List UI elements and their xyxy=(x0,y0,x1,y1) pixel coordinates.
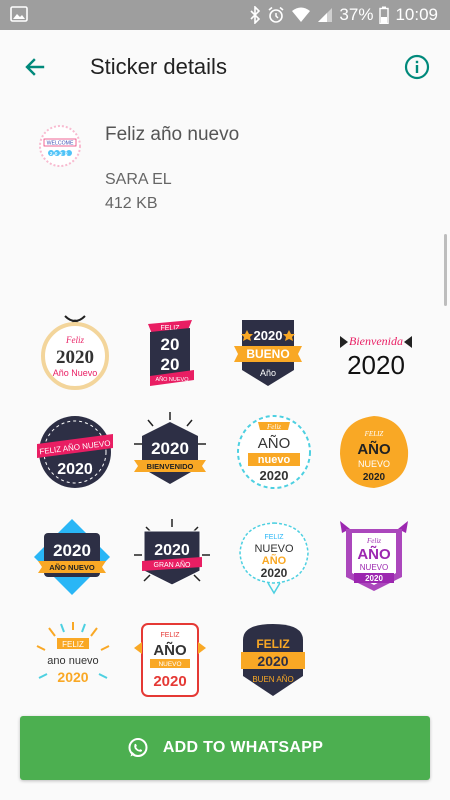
page-title: Sticker details xyxy=(90,54,227,79)
back-arrow-icon xyxy=(25,58,45,76)
pack-tray-icon: WELCOME 2020 xyxy=(38,124,82,168)
svg-text:AÑO: AÑO xyxy=(258,435,291,452)
svg-text:2020: 2020 xyxy=(347,350,405,380)
svg-text:2020: 2020 xyxy=(57,669,88,685)
sticker-feliz-20-20[interactable]: FELIZ 20 20 AÑO NUEVO xyxy=(128,310,212,394)
svg-text:20: 20 xyxy=(161,335,180,354)
svg-text:NUEVO: NUEVO xyxy=(358,459,390,469)
sticker-feliz-ano-nuevo-dark[interactable]: FELIZ AÑO NUEVO 2020 xyxy=(33,410,117,494)
sticker-feliz-ano-nuevo-orange[interactable]: FELIZ AÑO NUEVO 2020 xyxy=(332,410,416,494)
svg-text:nuevo: nuevo xyxy=(258,454,291,466)
sticker-feliz-nuevo-ano-2020[interactable]: FELIZ NUEVO AÑO 2020 xyxy=(232,515,316,599)
svg-text:BIENVENIDO: BIENVENIDO xyxy=(147,462,194,471)
battery-icon xyxy=(379,6,390,24)
pack-name: Feliz año nuevo xyxy=(105,124,240,145)
scrollbar[interactable] xyxy=(444,234,447,306)
wifi-icon xyxy=(291,7,311,23)
whatsapp-icon xyxy=(128,738,148,757)
svg-text:AÑO NUEVO: AÑO NUEVO xyxy=(49,563,95,572)
svg-text:Año Nuevo: Año Nuevo xyxy=(53,368,98,378)
sticker-feliz-2020-ano-nuevo[interactable]: Feliz 2020 Año Nuevo xyxy=(33,310,117,394)
pack-size: 412 KB xyxy=(105,195,158,212)
svg-text:AÑO: AÑO xyxy=(357,440,391,458)
svg-text:Feliz: Feliz xyxy=(266,423,281,431)
svg-text:2020: 2020 xyxy=(254,328,283,343)
svg-text:2020: 2020 xyxy=(154,542,190,559)
svg-text:BUENO: BUENO xyxy=(246,347,289,361)
sticker-bienvenida-2020[interactable]: Bienvenida 2020 xyxy=(334,310,418,394)
svg-text:2020: 2020 xyxy=(260,468,289,483)
svg-text:BUEN AÑO: BUEN AÑO xyxy=(252,675,293,684)
info-button[interactable] xyxy=(400,50,434,84)
svg-text:WELCOME: WELCOME xyxy=(47,141,74,147)
svg-text:2020: 2020 xyxy=(53,541,91,560)
svg-text:AÑO NUEVO: AÑO NUEVO xyxy=(155,376,189,383)
svg-text:20: 20 xyxy=(161,355,180,374)
svg-text:Feliz: Feliz xyxy=(65,335,84,345)
screen: 37% 10:09 Sticker details WELCOME 2020 F… xyxy=(0,0,450,800)
svg-text:FELIZ: FELIZ xyxy=(264,534,284,541)
svg-text:FELIZ: FELIZ xyxy=(62,640,84,649)
toolbar: Sticker details xyxy=(0,30,450,104)
svg-text:NUEVO: NUEVO xyxy=(254,543,294,555)
pack-author: SARA EL xyxy=(105,171,172,188)
sticker-2020-bueno[interactable]: 2020 BUENO Año xyxy=(226,310,310,394)
sticker-feliz-ano-nuevo-purple[interactable]: Feliz AÑO NUEVO 2020 xyxy=(332,515,416,599)
svg-text:FELIZ: FELIZ xyxy=(256,637,289,651)
svg-text:2020: 2020 xyxy=(365,574,383,583)
sticker-feliz-ano-nuevo-burst[interactable]: FELIZ ano nuevo 2020 xyxy=(31,618,115,702)
info-icon xyxy=(404,54,430,80)
add-to-whatsapp-button[interactable]: ADD TO WHATSAPP xyxy=(20,716,430,780)
add-to-whatsapp-label: ADD TO WHATSAPP xyxy=(162,739,324,756)
bluetooth-icon xyxy=(249,6,261,24)
svg-text:2020: 2020 xyxy=(56,347,94,368)
svg-text:Año: Año xyxy=(260,368,276,378)
svg-text:GRAN AÑO: GRAN AÑO xyxy=(154,560,192,569)
svg-text:FELIZ: FELIZ xyxy=(160,632,180,639)
sticker-2020-bienvenido[interactable]: 2020 BIENVENIDO xyxy=(128,410,212,494)
svg-text:AÑO: AÑO xyxy=(357,545,391,563)
battery-level: 37% xyxy=(339,5,374,24)
gallery-notification-icon xyxy=(10,6,28,27)
svg-text:AÑO: AÑO xyxy=(153,641,187,659)
svg-text:2020: 2020 xyxy=(151,439,189,458)
sticker-2020-ano-nuevo-diamond[interactable]: 2020 AÑO NUEVO xyxy=(30,515,114,599)
sticker-feliz-ano-nuevo-teal[interactable]: Feliz AÑO nuevo 2020 xyxy=(232,410,316,494)
sticker-feliz-ano-nuevo-red-frame[interactable]: FELIZ AÑO NUEVO 2020 xyxy=(128,618,212,702)
clock: 10:09 xyxy=(395,5,438,24)
svg-text:2020: 2020 xyxy=(363,472,386,483)
svg-text:2020: 2020 xyxy=(57,461,93,478)
svg-text:Feliz: Feliz xyxy=(366,537,381,545)
pack-header: WELCOME 2020 Feliz año nuevo SARA EL 412… xyxy=(0,110,450,230)
svg-text:FELIZ: FELIZ xyxy=(364,430,384,438)
svg-text:NUEVO: NUEVO xyxy=(158,661,181,668)
alarm-icon xyxy=(267,6,285,24)
svg-text:ano nuevo: ano nuevo xyxy=(47,655,98,667)
svg-text:2020: 2020 xyxy=(261,566,288,580)
back-button[interactable] xyxy=(18,50,52,84)
status-bar: 37% 10:09 xyxy=(0,0,450,30)
signal-icon xyxy=(317,7,333,23)
svg-text:2020: 2020 xyxy=(257,653,288,669)
svg-text:2020: 2020 xyxy=(153,673,186,690)
sticker-feliz-2020-buen-ano[interactable]: FELIZ 2020 BUEN AÑO xyxy=(231,618,315,702)
svg-text:NUEVO: NUEVO xyxy=(360,563,388,572)
svg-text:2020: 2020 xyxy=(50,151,70,156)
svg-text:Bienvenida: Bienvenida xyxy=(349,334,403,348)
sticker-2020-gran-ano[interactable]: 2020 GRAN AÑO xyxy=(130,515,214,599)
